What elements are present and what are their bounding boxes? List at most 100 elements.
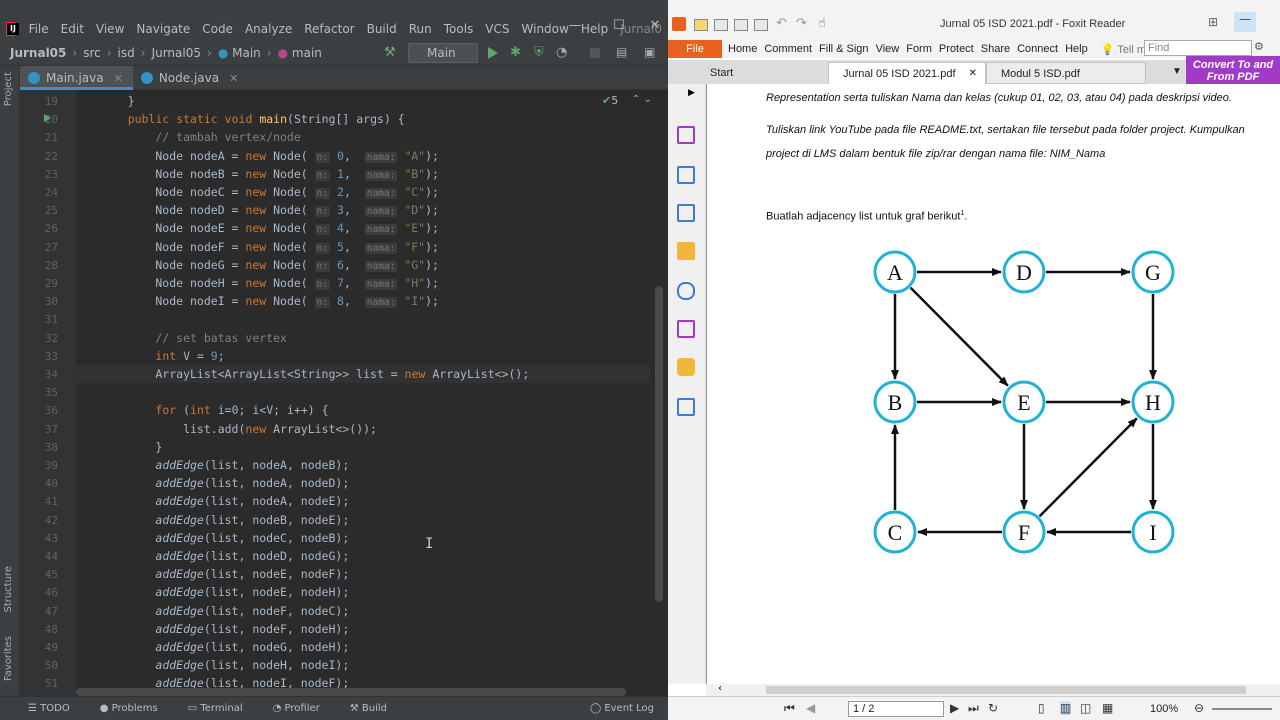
scrollbar-thumb[interactable] — [766, 686, 1246, 694]
rotate-icon[interactable]: ↻ — [988, 701, 998, 715]
previous-page-icon[interactable]: ◀ — [806, 701, 815, 715]
tab-jurnal05-pdf[interactable]: Jurnal 05 ISD 2021.pdf ✕ — [828, 62, 986, 84]
zoom-slider[interactable] — [1212, 708, 1272, 710]
code-line[interactable]: for (int i=0; i<V; i++) { — [100, 401, 328, 419]
code-line[interactable]: addEdge(list, nodeH, nodeI); — [100, 656, 349, 674]
code-line[interactable]: Node nodeF = new Node( n: 5, nama: "F"); — [100, 238, 439, 256]
find-input[interactable]: Find — [1144, 40, 1252, 56]
tools-icon[interactable] — [677, 398, 695, 416]
expand-panel-icon[interactable]: ▶ — [688, 88, 695, 98]
code-line[interactable]: Node nodeE = new Node( n: 4, nama: "E"); — [100, 219, 439, 237]
tab-modul5-pdf[interactable]: Modul 5 ISD.pdf — [986, 62, 1146, 84]
menu-run[interactable]: Run — [403, 18, 438, 40]
code-editor[interactable]: } public static void main(String[] args)… — [76, 90, 650, 696]
layout-grid-icon[interactable]: ⊞ — [1208, 15, 1218, 29]
page-number-input[interactable]: 1 / 2 — [848, 701, 944, 717]
code-line[interactable]: int V = 9; — [100, 347, 224, 365]
code-line[interactable]: addEdge(list, nodeB, nodeE); — [100, 511, 349, 529]
run-icon[interactable] — [488, 47, 498, 59]
tab-node-java[interactable]: Node.java ✕ — [133, 66, 249, 90]
structure-tool-label[interactable]: Structure — [3, 566, 14, 613]
menu-code[interactable]: Code — [196, 18, 239, 40]
menu-refactor[interactable]: Refactor — [298, 18, 360, 40]
menu-file[interactable]: File — [23, 18, 55, 40]
code-line[interactable]: addEdge(list, nodeA, nodeE); — [100, 492, 349, 510]
pdf-horizontal-scrollbar[interactable]: ‹ — [706, 683, 1280, 696]
menu-tools[interactable]: Tools — [438, 18, 480, 40]
breadcrumb-project[interactable]: Jurnal05 — [10, 46, 66, 60]
settings-gear-icon[interactable]: ⚙ — [1254, 40, 1264, 53]
pdf-document-view[interactable]: Representation serta tuliskan Nama dan k… — [706, 84, 1280, 684]
tab-list-dropdown-icon[interactable]: ▼ — [1172, 66, 1182, 77]
code-line[interactable]: Node nodeH = new Node( n: 7, nama: "H"); — [100, 274, 439, 292]
close-tab-icon[interactable]: ✕ — [229, 72, 238, 85]
continuous-facing-icon[interactable]: ▦ — [1102, 701, 1113, 715]
first-page-icon[interactable]: ⏮ — [784, 701, 795, 716]
undo-icon[interactable]: ↶ — [776, 16, 787, 31]
code-line[interactable]: list.add(new ArrayList<>()); — [100, 420, 377, 438]
tab-main-java[interactable]: Main.java ✕ — [20, 66, 133, 90]
project-structure-icon[interactable]: ▤ — [616, 45, 630, 59]
menu-navigate[interactable]: Navigate — [130, 18, 196, 40]
code-line[interactable]: public static void main(String[] args) { — [100, 110, 405, 128]
code-line[interactable]: addEdge(list, nodeG, nodeH); — [100, 638, 349, 656]
ribbon-comment[interactable]: Comment — [764, 43, 812, 55]
breadcrumb-package[interactable]: Jurnal05 — [152, 46, 201, 60]
comments-icon[interactable] — [677, 242, 695, 260]
layers-icon[interactable] — [677, 204, 695, 222]
minimize-icon[interactable]: — — [1234, 12, 1256, 32]
favorites-tool-label[interactable]: Favorites — [3, 636, 14, 681]
stop-icon[interactable] — [590, 48, 600, 58]
code-line[interactable]: addEdge(list, nodeE, nodeH); — [100, 583, 349, 601]
screenshot-icon[interactable] — [754, 19, 768, 31]
ribbon-protect[interactable]: Protect — [939, 43, 974, 55]
code-line[interactable]: Node nodeG = new Node( n: 6, nama: "G"); — [100, 256, 439, 274]
scrollbar-thumb[interactable] — [655, 286, 663, 602]
zoom-out-icon[interactable]: ⊖ — [1194, 701, 1204, 715]
code-line[interactable]: Node nodeC = new Node( n: 2, nama: "C"); — [100, 183, 439, 201]
code-line[interactable]: Node nodeA = new Node( n: 0, nama: "A"); — [100, 147, 439, 165]
code-line[interactable]: // set batas vertex — [100, 329, 287, 347]
code-line[interactable]: addEdge(list, nodeD, nodeG); — [100, 547, 349, 565]
redo-icon[interactable]: ↷ — [796, 16, 807, 31]
pages-icon[interactable] — [677, 166, 695, 184]
code-line[interactable]: // tambah vertex/node — [100, 128, 300, 146]
zoom-level[interactable]: 100% — [1150, 703, 1178, 715]
ribbon-fill-sign[interactable]: Fill & Sign — [819, 43, 869, 55]
save-icon[interactable] — [714, 19, 728, 31]
breadcrumb-src[interactable]: src — [83, 46, 101, 60]
code-line[interactable]: } — [100, 92, 135, 110]
run-configuration-select[interactable]: Main — [408, 43, 478, 63]
breadcrumb-class[interactable]: ● Main — [218, 46, 261, 60]
single-page-view-icon[interactable]: ▯ — [1038, 701, 1045, 715]
code-line[interactable]: addEdge(list, nodeF, nodeC); — [100, 602, 349, 620]
hand-tool-icon[interactable]: ☝ — [818, 16, 826, 31]
tab-start[interactable]: Start — [696, 62, 826, 84]
code-line[interactable]: addEdge(list, nodeF, nodeH); — [100, 620, 349, 638]
menu-build[interactable]: Build — [361, 18, 403, 40]
close-tab-icon[interactable]: ✕ — [969, 63, 977, 85]
code-line[interactable]: addEdge(list, nodeA, nodeD); — [100, 474, 349, 492]
signatures-icon[interactable] — [677, 320, 695, 338]
security-lock-icon[interactable] — [677, 358, 695, 376]
menu-view[interactable]: View — [90, 18, 130, 40]
ribbon-connect[interactable]: Connect — [1017, 43, 1058, 55]
code-line[interactable]: addEdge(list, nodeA, nodeB); — [100, 456, 349, 474]
ribbon-home[interactable]: Home — [728, 43, 757, 55]
editor-horizontal-scrollbar[interactable] — [76, 688, 626, 696]
print-icon[interactable] — [734, 19, 748, 31]
open-icon[interactable] — [694, 19, 708, 31]
ribbon-file[interactable]: File — [668, 40, 722, 58]
profile-icon[interactable]: ◔ — [556, 45, 570, 60]
scroll-left-icon[interactable]: ‹ — [718, 683, 722, 694]
code-line[interactable]: addEdge(list, nodeE, nodeF); — [100, 565, 349, 583]
ribbon-share[interactable]: Share — [981, 43, 1010, 55]
code-line[interactable]: Node nodeB = new Node( n: 1, nama: "B"); — [100, 165, 439, 183]
code-line[interactable]: addEdge(list, nodeC, nodeB); — [100, 529, 349, 547]
menu-analyze[interactable]: Analyze — [239, 18, 298, 40]
editor-vertical-scrollbar[interactable] — [652, 90, 668, 696]
run-gutter-icon[interactable] — [44, 114, 51, 122]
code-line[interactable]: Node nodeI = new Node( n: 8, nama: "I"); — [100, 292, 439, 310]
bookmark-icon[interactable] — [677, 126, 695, 144]
last-page-icon[interactable]: ⏭ — [968, 701, 979, 716]
